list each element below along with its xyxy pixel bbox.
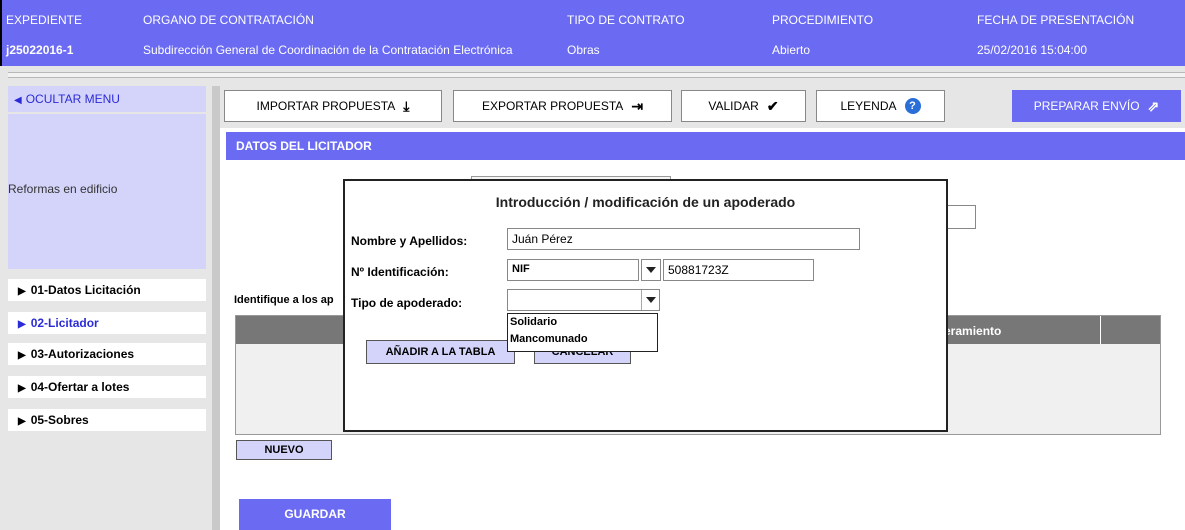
- tipo-apoderado-select[interactable]: [507, 289, 660, 311]
- id-type-dropdown-button[interactable]: [641, 259, 661, 281]
- sidebar-item-label: 04-Ofertar a lotes: [30, 380, 130, 394]
- tipo-contrato-label: TIPO DE CONTRATO: [567, 13, 685, 27]
- checkmark-icon: ✔: [766, 97, 779, 114]
- sidebar-item-label: 02-Licitador: [30, 316, 99, 330]
- importar-propuesta-button[interactable]: IMPORTAR PROPUESTA ⤓: [224, 90, 442, 122]
- sidebar-item-datos-licitacion[interactable]: ▶ 01-Datos Licitación: [8, 279, 206, 301]
- guardar-button[interactable]: GUARDAR: [239, 499, 391, 530]
- nombre-label: Nombre y Apellidos:: [351, 234, 468, 248]
- triangle-right-icon: ▶: [18, 286, 26, 297]
- sidebar-item-label: 01-Datos Licitación: [30, 283, 141, 297]
- triangle-right-icon: ▶: [18, 350, 26, 361]
- organo-value: Subdirección General de Coordinación de …: [143, 43, 513, 57]
- sidebar-item-label: 05-Sobres: [30, 413, 89, 427]
- exportar-label: EXPORTAR PROPUESTA: [481, 99, 624, 113]
- preparar-envio-button[interactable]: PREPARAR ENVÍO ⇗: [1012, 90, 1181, 122]
- importar-label: IMPORTAR PROPUESTA: [256, 99, 396, 113]
- header-bar: EXPEDIENTE j25022016-1 ORGANO DE CONTRAT…: [0, 0, 1185, 66]
- anadir-tabla-button[interactable]: AÑADIR A LA TABLA: [366, 340, 515, 364]
- procedimiento-label: PROCEDIMIENTO: [772, 13, 874, 27]
- option-solidario[interactable]: Solidario: [508, 314, 657, 331]
- chevron-down-icon: [646, 267, 656, 273]
- expediente-label: EXPEDIENTE: [6, 13, 83, 27]
- sidebar-item-licitador[interactable]: ▶ 02-Licitador: [8, 312, 206, 334]
- procedimiento-value: Abierto: [772, 43, 811, 57]
- expediente-value: j25022016-1: [6, 43, 74, 57]
- option-mancomunado[interactable]: Mancomunado: [508, 331, 657, 348]
- apoderado-dialog: Introducción / modificación de un apoder…: [343, 179, 948, 432]
- nuevo-button[interactable]: NUEVO: [236, 440, 332, 460]
- fecha-label: FECHA DE PRESENTACIÓN: [977, 13, 1135, 27]
- column-divider: [1100, 316, 1101, 344]
- section-title: DATOS DEL LICITADOR: [226, 132, 1185, 160]
- chevron-down-icon: [645, 297, 656, 303]
- validar-button[interactable]: VALIDAR ✔: [681, 90, 806, 122]
- sidebar-item-sobres[interactable]: ▶ 05-Sobres: [8, 409, 206, 431]
- sidebar-item-autorizaciones[interactable]: ▶ 03-Autorizaciones: [8, 343, 206, 365]
- validar-label: VALIDAR: [708, 99, 759, 113]
- sidebar: ◀ OCULTAR MENU Reformas en edificio ▶ 01-D…: [8, 86, 206, 530]
- id-type-value: NIF: [512, 263, 530, 275]
- expediente-description-box: Reformas en edificio: [8, 114, 206, 269]
- nombre-input[interactable]: Juán Pérez: [507, 228, 860, 250]
- tipo-apoderado-options: Solidario Mancomunado: [507, 313, 658, 352]
- sidebar-item-ofertar-lotes[interactable]: ▶ 04-Ofertar a lotes: [8, 376, 206, 398]
- toolbar: IMPORTAR PROPUESTA ⤓ EXPORTAR PROPUESTA …: [220, 86, 1185, 128]
- preparar-label: PREPARAR ENVÍO: [1033, 99, 1140, 113]
- send-icon: ⇗: [1147, 97, 1160, 114]
- tipo-apoderado-label: Tipo de apoderado:: [351, 296, 463, 310]
- identifique-text: Identifique a los ap: [234, 294, 334, 306]
- fecha-value: 25/02/2016 15:04:00: [977, 43, 1088, 57]
- table-header-apoderamiento: eramiento: [944, 324, 1002, 338]
- download-icon: ⤓: [403, 97, 410, 114]
- leyenda-button[interactable]: LEYENDA ?: [816, 90, 945, 122]
- triangle-right-icon: ▶: [18, 416, 26, 427]
- expediente-description: Reformas en edificio: [8, 182, 118, 196]
- identificacion-label: Nº Identificación:: [351, 265, 449, 279]
- export-icon: ⇥: [631, 97, 644, 114]
- dialog-title: Introducción / modificación de un apoder…: [495, 194, 796, 210]
- ocultar-menu-button[interactable]: ◀ OCULTAR MENU: [8, 86, 206, 112]
- triangle-right-icon: ▶: [18, 319, 26, 330]
- tipo-contrato-value: Obras: [567, 43, 600, 57]
- exportar-propuesta-button[interactable]: EXPORTAR PROPUESTA ⇥: [453, 90, 672, 122]
- id-number-input[interactable]: 50881723Z: [663, 259, 814, 281]
- sidebar-item-label: 03-Autorizaciones: [30, 347, 135, 361]
- triangle-left-icon: ◀: [14, 95, 22, 106]
- background-field: [946, 205, 976, 229]
- triangle-right-icon: ▶: [18, 383, 26, 394]
- id-type-select[interactable]: NIF: [507, 259, 639, 281]
- organo-label: ORGANO DE CONTRATACIÓN: [143, 13, 314, 27]
- separator: [8, 72, 1185, 78]
- help-icon: ?: [904, 98, 921, 114]
- ocultar-menu-label: OCULTAR MENU: [25, 92, 120, 106]
- sidebar-splitter[interactable]: [212, 86, 220, 530]
- tipo-apoderado-dropdown-button[interactable]: [641, 290, 659, 310]
- leyenda-label: LEYENDA: [840, 99, 897, 113]
